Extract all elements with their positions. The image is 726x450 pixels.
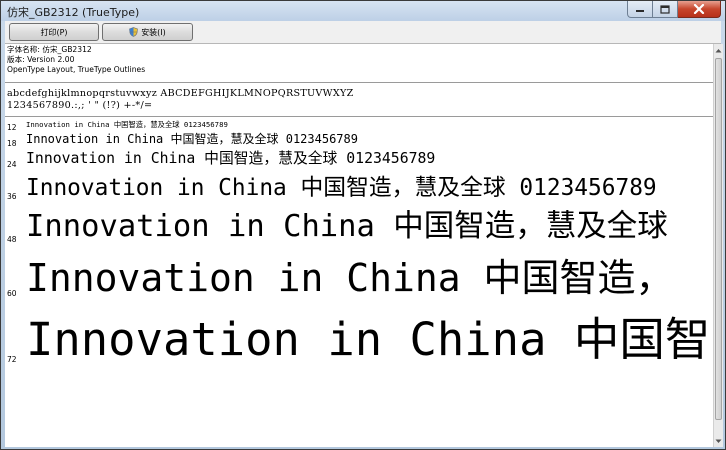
- sample-text: Innovation in China 中国智造，慧及全球 0123456789: [26, 150, 436, 167]
- vertical-scrollbar[interactable]: [713, 44, 723, 447]
- sample-text: Innovation in China 中国智: [26, 313, 711, 366]
- size-label: 36: [7, 192, 17, 201]
- font-type-line: OpenType Layout, TrueType Outlines: [7, 65, 146, 74]
- charset-letters: abcdefghijklmnopqrstuvwxyz ABCDEFGHIJKLM…: [7, 88, 354, 99]
- install-button-label: 安装(I): [141, 27, 166, 37]
- caption-buttons: [627, 1, 721, 19]
- minimize-icon: [636, 10, 644, 12]
- toolbar: 打印(P) 安装(I): [5, 21, 721, 44]
- close-icon: [693, 4, 705, 14]
- maximize-icon: [660, 4, 670, 14]
- sample-text: Innovation in China 中国智造，慧及全球 0123456789: [26, 132, 358, 146]
- chevron-up-icon: [715, 48, 722, 52]
- font-name-line: 字体名称: 仿宋_GB2312: [7, 45, 92, 54]
- chevron-down-icon: [715, 439, 722, 443]
- size-label: 18: [7, 139, 17, 148]
- sample-text: Innovation in China 中国智造，慧及全球 0123456789: [26, 175, 657, 201]
- size-label: 48: [7, 235, 17, 244]
- sample-text: Innovation in China 中国智造，慧及全球 0123456789: [26, 120, 228, 129]
- info-divider: [5, 82, 713, 83]
- maximize-button[interactable]: [653, 1, 678, 18]
- scroll-down-arrow[interactable]: [714, 435, 723, 447]
- size-label: 24: [7, 160, 17, 169]
- size-label: 72: [7, 355, 17, 364]
- font-viewer-window: 仿宋_GB2312 (TrueType) 打印(P) 安装(I) 字体名称: 仿…: [0, 0, 726, 450]
- scroll-up-arrow[interactable]: [714, 44, 723, 56]
- print-button-label: 打印(P): [40, 27, 68, 37]
- close-button[interactable]: [678, 1, 721, 18]
- sample-text: Innovation in China 中国智造，慧及全球: [26, 209, 668, 244]
- install-button[interactable]: 安装(I): [102, 23, 193, 41]
- character-set: abcdefghijklmnopqrstuvwxyz ABCDEFGHIJKLM…: [7, 88, 354, 112]
- sample-text: Innovation in China 中国智造，: [26, 256, 674, 300]
- window-title: 仿宋_GB2312 (TrueType): [7, 6, 140, 19]
- font-info: 字体名称: 仿宋_GB2312 版本: Version 2.00 OpenTyp…: [7, 45, 145, 75]
- charset-divider: [5, 116, 713, 117]
- size-label: 60: [7, 289, 17, 298]
- charset-symbols: 1234567890.:,; ' " (!?) +-*/=: [7, 100, 153, 111]
- scrollbar-thumb[interactable]: [715, 58, 722, 420]
- print-button[interactable]: 打印(P): [9, 23, 99, 41]
- shield-icon: [129, 27, 139, 37]
- font-preview-area: 字体名称: 仿宋_GB2312 版本: Version 2.00 OpenTyp…: [5, 44, 713, 447]
- font-version-line: 版本: Version 2.00: [7, 55, 75, 64]
- minimize-button[interactable]: [627, 1, 653, 18]
- title-bar[interactable]: 仿宋_GB2312 (TrueType): [1, 1, 725, 21]
- size-label: 12: [7, 123, 17, 132]
